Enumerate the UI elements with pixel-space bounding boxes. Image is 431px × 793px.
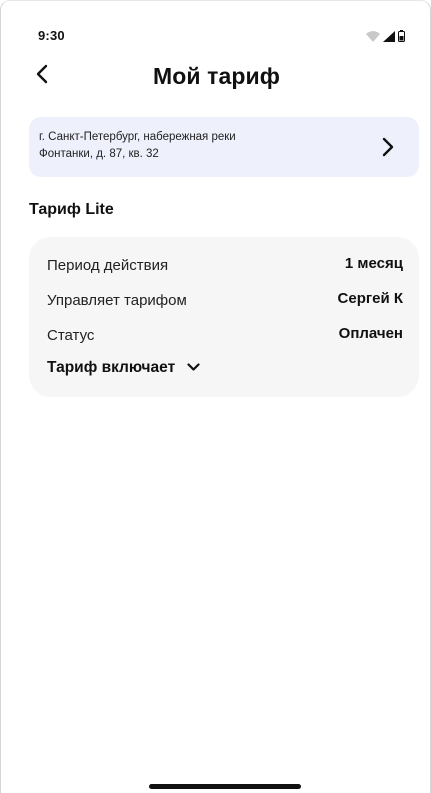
phone-screen: 9:30 Мой тариф г. Санкт-Петербург, набер… <box>0 0 431 793</box>
home-indicator <box>149 784 301 789</box>
address-line-2: Фонтанки, д. 87, кв. 32 <box>39 148 159 160</box>
chevron-down-icon <box>187 359 200 377</box>
status-bar: 9:30 <box>1 25 431 47</box>
info-label: Период действия <box>47 257 169 274</box>
cellular-signal-icon <box>383 29 395 47</box>
status-icons <box>366 29 405 47</box>
status-value: Оплачен <box>338 325 403 342</box>
tariff-includes-label: Тариф включает <box>47 359 176 376</box>
info-value: 1 месяц <box>344 255 403 272</box>
info-label: Управляет тарифом <box>47 292 187 309</box>
status-time: 9:30 <box>38 28 65 43</box>
info-row-manager: Управляет тарифом Сергей К <box>47 290 403 312</box>
info-row-period: Период действия 1 месяц <box>47 255 403 277</box>
tariff-info-card: Период действия 1 месяц Управляет тарифо… <box>29 237 419 397</box>
address-line-1: г. Санкт-Петербург, набережная реки <box>39 131 236 143</box>
address-card[interactable]: г. Санкт-Петербург, набережная реки Фонт… <box>29 117 419 177</box>
info-label: Статус <box>47 327 95 344</box>
battery-icon <box>398 29 405 47</box>
chevron-right-icon <box>381 136 395 158</box>
header: Мой тариф <box>1 57 431 97</box>
tariff-name: Тариф Lite <box>29 201 114 218</box>
info-row-status: Статус Оплачен <box>47 325 403 347</box>
wifi-icon <box>366 29 380 47</box>
tariff-includes-toggle[interactable]: Тариф включает <box>47 359 200 377</box>
page-title: Мой тариф <box>152 63 280 89</box>
info-value: Сергей К <box>337 290 403 307</box>
